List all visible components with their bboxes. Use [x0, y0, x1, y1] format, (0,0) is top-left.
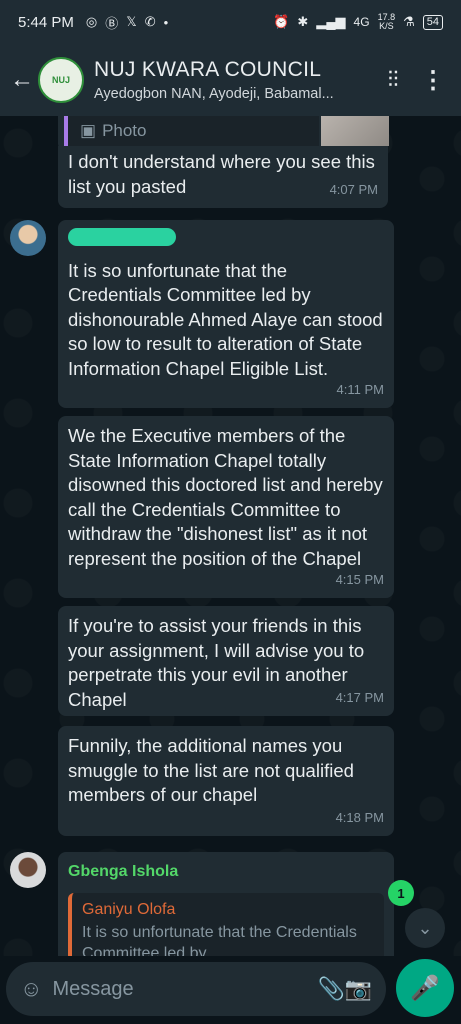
quoted-text: It is so unfortunate that the Credential… — [82, 923, 357, 957]
sender-name-redacted — [68, 228, 176, 246]
message-text: Funnily, the additional names you smuggl… — [68, 735, 354, 805]
more-options-button[interactable]: ⋮ — [413, 66, 453, 95]
message-composer: ☺ 📎 📷 — [6, 962, 386, 1016]
message-time: 4:07 PM — [329, 181, 378, 197]
group-info[interactable]: NUJ KWARA COUNCIL Ayedogbon NAN, Ayodeji… — [94, 58, 373, 102]
attach-button[interactable]: 📎 — [317, 976, 344, 1002]
bluetooth-icon: ✱ — [297, 14, 309, 29]
emoji-button[interactable]: ☺ — [20, 976, 42, 1002]
reply-preview-label: Photo — [102, 121, 147, 140]
message-bubble[interactable]: It is so unfortunate that the Credential… — [58, 220, 394, 408]
network-speed: 17.8 K/S — [377, 12, 396, 31]
chat-area[interactable]: ▣ Photo I don't understand where you see… — [0, 116, 461, 956]
camera-icon: 📷 — [344, 976, 373, 1001]
voice-message-button[interactable]: 🎤 — [396, 959, 454, 1017]
data-saver-icon: ⚗ — [403, 14, 415, 29]
double-chevron-down-icon: ⌄ — [417, 917, 433, 938]
message-bubble[interactable]: We the Executive members of the State In… — [58, 416, 394, 598]
sender-avatar[interactable] — [10, 220, 46, 256]
chat-header: ← NUJ NUJ KWARA COUNCIL Ayedogbon NAN, A… — [0, 44, 461, 116]
alarm-icon: ⏰ — [273, 14, 290, 29]
group-title: NUJ KWARA COUNCIL — [94, 58, 322, 81]
paperclip-icon: 📎 — [317, 976, 345, 1001]
group-avatar[interactable]: NUJ — [38, 57, 84, 103]
message-text: We the Executive members of the State In… — [68, 425, 383, 569]
audio-wave-icon: ⫶⫶ — [387, 67, 399, 92]
reply-photo-thumbnail — [321, 116, 389, 146]
message-time: 4:18 PM — [335, 809, 384, 825]
message-input[interactable] — [52, 977, 318, 1001]
message-text: It is so unfortunate that the Credential… — [68, 259, 383, 379]
quoted-message[interactable]: Ganiyu Olofa It is so unfortunate that t… — [68, 892, 384, 957]
sender-name[interactable]: Gbenga Ishola — [68, 860, 384, 885]
microphone-icon: 🎤 — [410, 974, 440, 1002]
more-notifications-icon: • — [163, 14, 169, 30]
sender-avatar[interactable] — [10, 852, 46, 888]
group-members: Ayedogbon NAN, Ayodeji, Babamal... — [94, 86, 334, 102]
camera-button[interactable]: 📷 — [345, 976, 372, 1002]
message-time: 4:11 PM — [336, 381, 384, 397]
reply-preview[interactable]: ▣ Photo — [64, 116, 319, 146]
image-icon: ▣ — [80, 121, 97, 140]
message-bubble[interactable]: I don't understand where you see this li… — [58, 146, 388, 208]
group-avatar-logo: NUJ — [51, 75, 70, 85]
b-notification-icon: Ⓑ — [105, 15, 119, 31]
message-time: 4:17 PM — [335, 689, 384, 705]
voice-chat-button[interactable]: ⫶⫶ — [373, 67, 413, 93]
scroll-to-bottom-button[interactable]: ⌄ — [405, 908, 445, 948]
unread-count-badge: 1 — [388, 880, 414, 906]
message-bubble[interactable]: If you're to assist your friends in this… — [58, 606, 394, 716]
status-time: 5:44 PM — [18, 13, 74, 31]
message-bubble[interactable]: Funnily, the additional names you smuggl… — [58, 726, 394, 836]
message-bubble[interactable]: Gbenga Ishola Ganiyu Olofa It is so unfo… — [58, 852, 394, 956]
quoted-author: Ganiyu Olofa — [82, 900, 176, 918]
x-notification-icon: 𝕏 — [126, 14, 137, 29]
signal-icon: ▂▄▆ — [316, 14, 346, 29]
more-vert-icon: ⋮ — [421, 66, 445, 94]
message-time: 4:15 PM — [335, 571, 384, 587]
whatsapp-notification-icon: ◎ — [85, 14, 98, 29]
network-type: 4G — [353, 15, 370, 29]
status-bar: 5:44 PM ◎ Ⓑ 𝕏 ✆ • ⏰ ✱ ▂▄▆ 4G 17.8 K/S ⚗ 5… — [0, 0, 461, 44]
back-button[interactable]: ← — [8, 66, 36, 94]
battery-indicator: 54 — [422, 14, 443, 30]
viber-notification-icon: ✆ — [144, 14, 156, 29]
back-arrow-icon: ← — [10, 66, 34, 93]
